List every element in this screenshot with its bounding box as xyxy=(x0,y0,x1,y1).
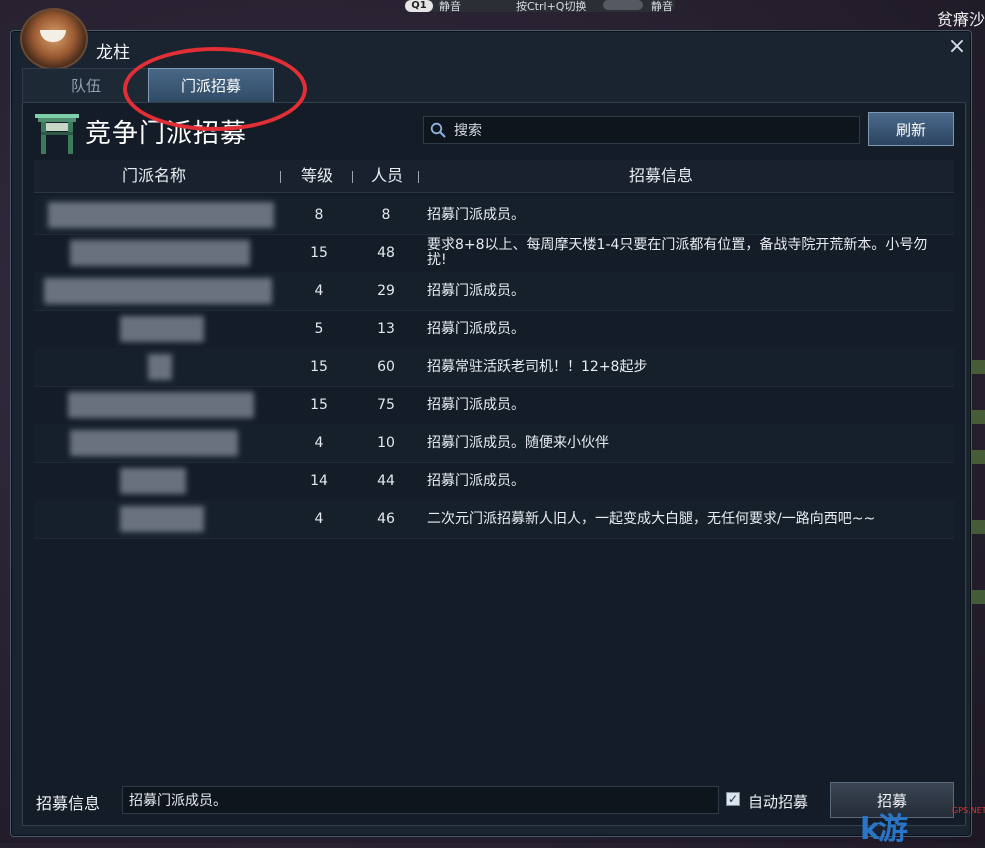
recruit-message-input[interactable] xyxy=(122,786,719,814)
recruit-info: 招募门派成员。 xyxy=(427,396,525,413)
recruit-info: 招募门派成员。 xyxy=(427,472,525,489)
column-header-recruit-info[interactable]: 招募信息 xyxy=(426,160,896,192)
watermark-logo-text: k游 xyxy=(860,812,908,847)
recruit-info: 招募门派成员。 xyxy=(427,320,525,337)
site-watermark-logo: k游 GPS.NET xyxy=(860,804,985,847)
column-divider xyxy=(418,171,419,183)
zone-name-label: 贫瘠沙 xyxy=(936,10,985,29)
table-header: 门派名称 等级 人员 招募信息 xyxy=(34,160,954,193)
guild-members: 13 xyxy=(377,321,395,337)
table-row[interactable]: 14 44 招募门派成员。 xyxy=(34,462,954,501)
recruit-info-label: 招募信息 xyxy=(36,794,101,813)
guild-members: 75 xyxy=(377,397,395,413)
table-row[interactable]: 4 10 招募门派成员。随便来小伙伴 xyxy=(34,424,954,463)
panel-title: 竞争门派招募 xyxy=(85,119,248,149)
recruit-info: 招募门派成员。 xyxy=(427,282,525,299)
guild-members: 10 xyxy=(377,435,395,451)
character-avatar xyxy=(20,8,88,70)
guild-members: 48 xyxy=(377,245,395,261)
mic-level-icon xyxy=(603,0,643,10)
table-row[interactable]: 8 8 招募门派成员。 xyxy=(34,196,954,235)
search-input[interactable] xyxy=(452,117,856,145)
refresh-button[interactable]: 刷新 xyxy=(868,112,954,146)
recruit-info: 招募常驻活跃老司机！！12+8起步 xyxy=(427,358,648,375)
table-row[interactable]: 15 60 招募常驻活跃老司机！！12+8起步 xyxy=(34,348,954,387)
search-box[interactable] xyxy=(423,116,860,145)
recruit-info: 招募门派成员。 xyxy=(427,206,525,223)
guild-gate-icon xyxy=(35,114,79,154)
guild-members: 44 xyxy=(377,473,395,489)
window-title: 龙柱 xyxy=(96,43,130,63)
guild-level: 5 xyxy=(314,321,324,337)
column-header-level[interactable]: 等级 xyxy=(284,160,350,192)
table-row[interactable]: 15 48 要求8+8以上、每周摩天楼1-4只要在门派都有位置，备战寺院开荒新本… xyxy=(34,234,954,273)
guild-level: 4 xyxy=(314,511,324,527)
recruit-info: 要求8+8以上、每周摩天楼1-4只要在门派都有位置，备战寺院开荒新本。小号勿扰! xyxy=(427,237,928,268)
guild-members: 8 xyxy=(381,207,391,223)
guild-members: 60 xyxy=(377,359,395,375)
guild-level: 8 xyxy=(314,207,324,223)
guild-level: 4 xyxy=(314,283,324,299)
hotkey-hint: 按Ctrl+Q切换 xyxy=(516,0,587,13)
guild-members: 46 xyxy=(377,511,395,527)
table-row[interactable]: 5 13 招募门派成员。 xyxy=(34,310,954,349)
watermark-domain-text: GPS.NET xyxy=(952,806,985,815)
mute-label-left[interactable]: 静音 xyxy=(439,0,461,14)
table-row[interactable]: 4 29 招募门派成员。 xyxy=(34,272,954,311)
mute-label-right[interactable]: 静音 xyxy=(651,0,673,14)
guild-level: 15 xyxy=(310,397,328,413)
column-header-guild-name[interactable]: 门派名称 xyxy=(34,160,274,192)
table-row[interactable]: 4 46 二次元门派招募新人旧人，一起变成大白腿，无任何要求/一路向西吧~~ xyxy=(34,500,954,539)
table-row[interactable]: 15 75 招募门派成员。 xyxy=(34,386,954,425)
tab-team[interactable]: 队伍 xyxy=(22,68,150,103)
tab-guild-recruit[interactable]: 门派招募 xyxy=(148,68,274,103)
column-divider xyxy=(352,171,353,183)
guild-level: 4 xyxy=(314,435,324,451)
close-icon[interactable]: × xyxy=(945,36,969,58)
auto-recruit-checkbox[interactable]: ✓ xyxy=(726,792,740,806)
column-header-members[interactable]: 人员 xyxy=(354,160,420,192)
recruit-info: 招募门派成员。随便来小伙伴 xyxy=(427,434,609,451)
column-divider xyxy=(280,171,281,183)
guild-level: 15 xyxy=(310,245,328,261)
guild-level: 14 xyxy=(310,473,328,489)
guild-level: 15 xyxy=(310,359,328,375)
guild-members: 29 xyxy=(377,283,395,299)
hotkey-badge: Q1 xyxy=(405,0,433,12)
voice-overlay-bar: Q1 静音 按Ctrl+Q切换 静音 xyxy=(405,0,675,14)
auto-recruit-label[interactable]: 自动招募 xyxy=(748,791,808,812)
recruit-info: 二次元门派招募新人旧人，一起变成大白腿，无任何要求/一路向西吧~~ xyxy=(427,510,876,527)
search-icon xyxy=(430,122,446,138)
